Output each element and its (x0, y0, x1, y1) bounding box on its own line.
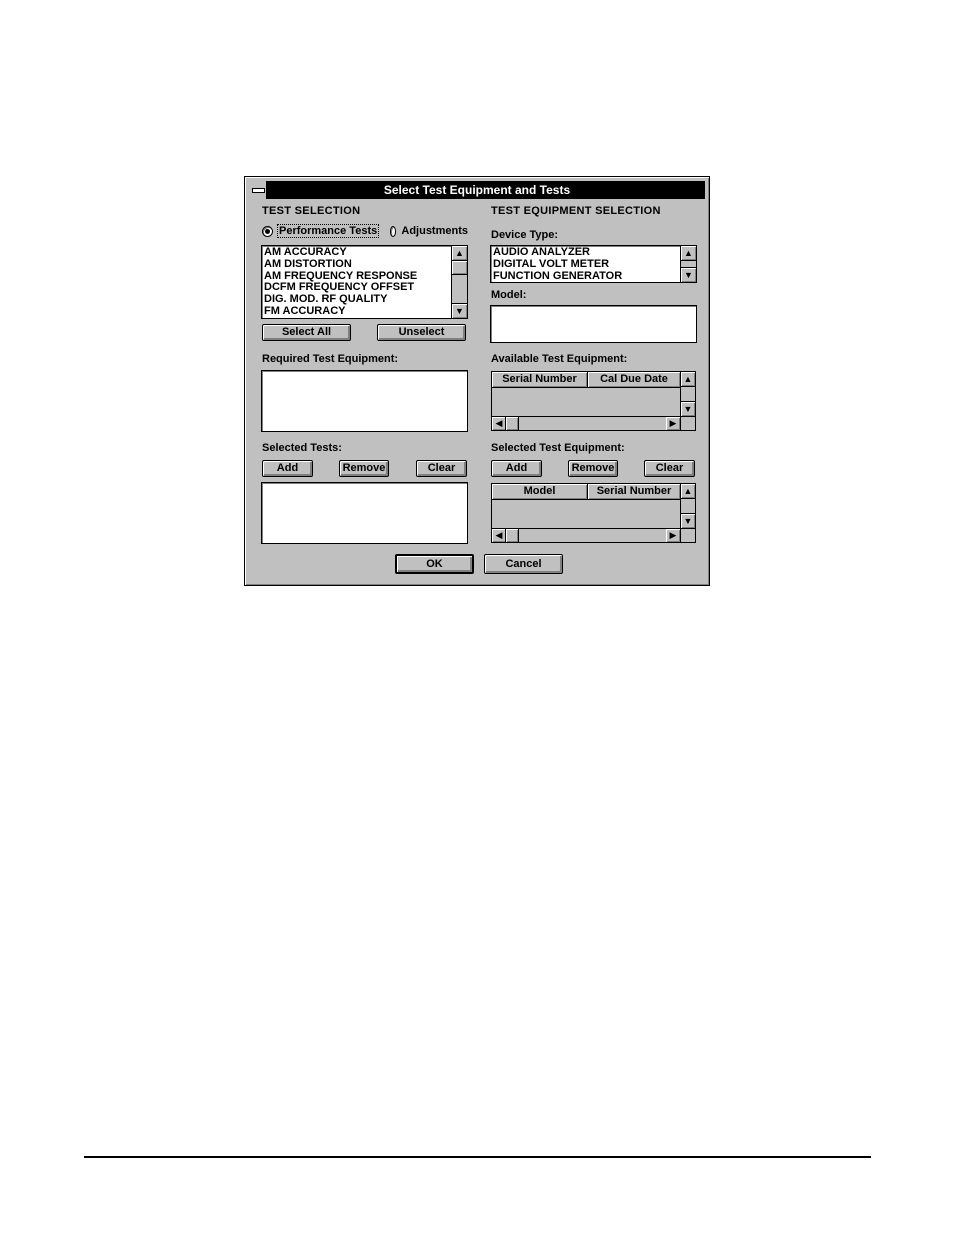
tests-vertical-scrollbar[interactable]: ▲ ▼ (451, 246, 467, 318)
available-horizontal-scrollbar[interactable]: ◀ ▶ (492, 416, 680, 430)
column-header-model[interactable]: Model (492, 484, 588, 500)
test-equipment-selection-heading: TEST EQUIPMENT SELECTION (491, 205, 661, 217)
available-vertical-scrollbar[interactable]: ▲ ▼ (680, 372, 695, 416)
radio-label-performance: Performance Tests (276, 224, 380, 238)
remove-test-button[interactable]: Remove (339, 460, 389, 477)
column-header-serial-number[interactable]: Serial Number (492, 372, 588, 388)
selected-tests-listbox[interactable] (261, 482, 468, 544)
scroll-left-icon[interactable]: ◀ (492, 529, 506, 542)
list-item[interactable]: FM ACCURACY (262, 305, 467, 318)
device-type-vertical-scrollbar[interactable]: ▲ ▼ (680, 246, 696, 282)
scroll-thumb[interactable] (452, 260, 467, 275)
radio-selected-icon[interactable] (262, 225, 273, 237)
list-item[interactable]: AM DISTORTION (262, 258, 467, 271)
scroll-left-icon[interactable]: ◀ (492, 417, 506, 430)
tests-listbox[interactable]: AM ACCURACY AM DISTORTION AM FREQUENCY R… (261, 245, 468, 319)
clear-equipment-button[interactable]: Clear (644, 460, 695, 477)
model-label: Model: (491, 289, 527, 301)
add-test-button[interactable]: Add (262, 460, 313, 477)
scroll-down-icon[interactable]: ▼ (681, 401, 695, 416)
scroll-right-icon[interactable]: ▶ (666, 417, 680, 430)
selected-equipment-grid[interactable]: Model Serial Number ▲ ▼ ◀ ▶ (491, 483, 696, 543)
radio-adjustments[interactable]: Adjustments (390, 225, 468, 237)
tests-list-items: AM ACCURACY AM DISTORTION AM FREQUENCY R… (262, 246, 467, 318)
scroll-down-icon[interactable]: ▼ (681, 267, 696, 282)
required-equipment-listbox[interactable] (261, 370, 468, 432)
dialog-title: Select Test Equipment and Tests (383, 183, 571, 197)
scroll-up-icon[interactable]: ▲ (681, 246, 696, 261)
system-menu-icon[interactable] (249, 181, 267, 199)
cancel-button[interactable]: Cancel (484, 554, 563, 574)
scroll-up-icon[interactable]: ▲ (681, 372, 695, 387)
list-item[interactable]: FUNCTION GENERATOR (491, 270, 696, 282)
test-selection-heading: TEST SELECTION (262, 205, 361, 217)
radio-performance-tests[interactable]: Performance Tests (262, 224, 380, 238)
scroll-right-icon[interactable]: ▶ (666, 529, 680, 542)
radio-label-adjustments: Adjustments (401, 225, 468, 237)
scroll-thumb[interactable] (505, 529, 519, 542)
device-type-label: Device Type: (491, 229, 559, 241)
selected-vertical-scrollbar[interactable]: ▲ ▼ (680, 484, 695, 528)
radio-unselected-icon[interactable] (390, 225, 397, 237)
clear-tests-button[interactable]: Clear (416, 460, 467, 477)
scrollbar-corner (680, 528, 695, 542)
page-footer-rule (84, 1156, 871, 1158)
available-equipment-label: Available Test Equipment: (491, 353, 628, 365)
model-listbox[interactable] (490, 305, 697, 343)
scrollbar-corner (680, 416, 695, 430)
add-equipment-button[interactable]: Add (491, 460, 542, 477)
unselect-button[interactable]: Unselect (377, 324, 466, 341)
selected-horizontal-scrollbar[interactable]: ◀ ▶ (492, 528, 680, 542)
list-item[interactable]: DIGITAL VOLT METER (491, 258, 696, 271)
scroll-thumb[interactable] (505, 417, 519, 430)
column-header-serial-number[interactable]: Serial Number (588, 484, 681, 500)
select-all-button[interactable]: Select All (262, 324, 351, 341)
ok-button[interactable]: OK (395, 554, 474, 574)
column-header-cal-due-date[interactable]: Cal Due Date (588, 372, 681, 388)
required-equipment-label: Required Test Equipment: (262, 353, 399, 365)
available-equipment-grid[interactable]: Serial Number Cal Due Date ▲ ▼ ◀ ▶ (491, 371, 696, 431)
device-type-items: AUDIO ANALYZER DIGITAL VOLT METER FUNCTI… (491, 246, 696, 282)
remove-equipment-button[interactable]: Remove (568, 460, 618, 477)
scroll-down-icon[interactable]: ▼ (681, 513, 695, 528)
select-test-equipment-dialog: Select Test Equipment and Tests TEST SEL… (244, 176, 710, 586)
selected-tests-label: Selected Tests: (262, 442, 342, 454)
scroll-down-icon[interactable]: ▼ (452, 303, 467, 318)
device-type-listbox[interactable]: AUDIO ANALYZER DIGITAL VOLT METER FUNCTI… (490, 245, 697, 283)
scroll-up-icon[interactable]: ▲ (681, 484, 695, 499)
scroll-up-icon[interactable]: ▲ (452, 246, 467, 261)
selected-equipment-label: Selected Test Equipment: (491, 442, 625, 454)
title-bar: Select Test Equipment and Tests (249, 181, 705, 199)
